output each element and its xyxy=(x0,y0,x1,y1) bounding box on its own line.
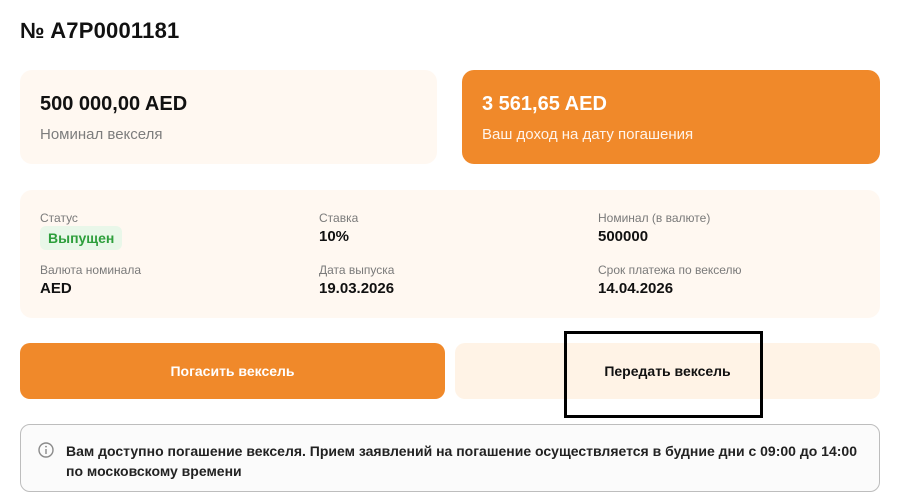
income-card: 3 561,65 AED Ваш доход на дату погашения xyxy=(462,70,880,164)
details-panel: Статус Выпущен Ставка 10% Номинал (в вал… xyxy=(20,190,880,318)
nominal-caption: Номинал векселя xyxy=(40,126,163,143)
due-date-field: Срок платежа по векселю 14.04.2026 xyxy=(598,263,742,298)
nominal-amount: 500 000,00 AED xyxy=(40,93,188,115)
repay-bill-button[interactable]: Погасить вексель xyxy=(20,343,445,399)
info-icon xyxy=(38,442,54,458)
nominal-card: 500 000,00 AED Номинал векселя xyxy=(20,70,437,164)
transfer-bill-button[interactable]: Передать вексель xyxy=(455,343,880,399)
rate-label: Ставка xyxy=(319,211,359,225)
notice-text: Вам доступно погашение векселя. Прием за… xyxy=(66,443,857,479)
issue-date-label: Дата выпуска xyxy=(319,263,395,277)
nominal-currency-label: Номинал (в валюте) xyxy=(598,211,711,225)
nominal-currency-field: Номинал (в валюте) 500000 xyxy=(598,211,710,246)
issue-date-value: 19.03.2026 xyxy=(319,280,395,297)
info-notice: Вам доступно погашение векселя. Прием за… xyxy=(20,424,880,492)
currency-label: Валюта номинала xyxy=(40,263,142,277)
issue-date-field: Дата выпуска 19.03.2026 xyxy=(319,263,394,298)
income-caption: Ваш доход на дату погашения xyxy=(482,126,694,143)
due-date-label: Срок платежа по векселю xyxy=(598,263,742,277)
rate-field: Ставка 10% xyxy=(319,211,358,246)
currency-field: Валюта номинала AED xyxy=(40,263,141,298)
due-date-value: 14.04.2026 xyxy=(598,280,674,297)
page-title: № A7P0001181 xyxy=(20,18,180,43)
nominal-currency-value: 500000 xyxy=(598,228,649,245)
currency-value: AED xyxy=(40,280,72,297)
income-amount: 3 561,65 AED xyxy=(482,93,607,115)
status-badge: Выпущен xyxy=(40,226,123,250)
status-field: Статус Выпущен xyxy=(40,211,123,250)
bill-details-page: № A7P0001181 500 000,00 AED Номинал векс… xyxy=(0,0,900,502)
status-label: Статус xyxy=(40,211,78,225)
rate-value: 10% xyxy=(319,228,350,245)
